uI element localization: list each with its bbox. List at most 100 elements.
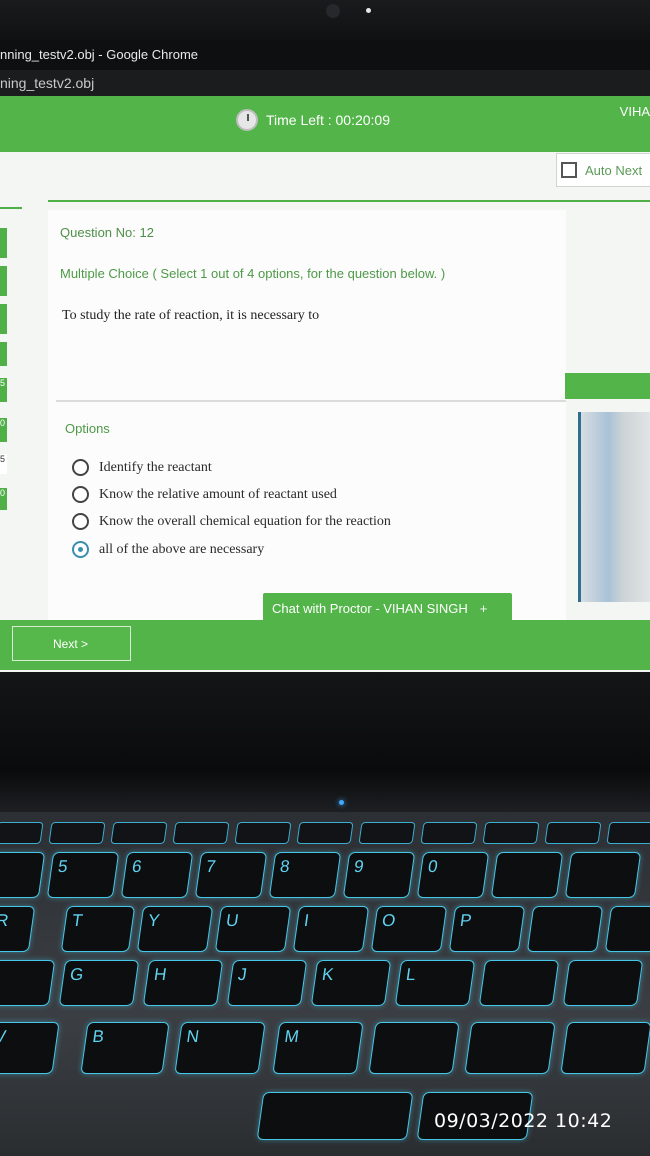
function-key (234, 822, 292, 844)
exam-header-bar: Time Left : 00:20:09 VIHA (0, 96, 650, 152)
keyboard-key: L (394, 960, 476, 1006)
time-left-label: Time Left : 00:20:09 (266, 112, 390, 128)
question-nav-number: 5 (0, 378, 6, 388)
browser-address-bar[interactable]: ning_testv2.obj (0, 70, 650, 96)
key-label: 0 (426, 857, 439, 876)
key-label: B (91, 1027, 106, 1046)
question-text: To study the rate of reaction, it is nec… (62, 308, 320, 323)
right-panel-header (565, 373, 650, 399)
keyboard-key (368, 1022, 460, 1074)
keyboard-key (464, 1022, 556, 1074)
keyboard-key (564, 852, 642, 898)
browser-title-bar: nning_testv2.obj - Google Chrome (0, 40, 650, 70)
key-label: G (68, 965, 85, 984)
keyboard-key: 0 (416, 852, 490, 898)
options-divider (56, 400, 566, 402)
key-label: 6 (130, 857, 143, 876)
keyboard-key: 5 (46, 852, 120, 898)
browser-window-title: nning_testv2.obj - Google Chrome (0, 47, 199, 62)
keyboard-key: U (214, 906, 292, 952)
keyboard-key (560, 1022, 650, 1074)
next-button[interactable]: Next > (12, 626, 131, 661)
question-nav-number: 0 (0, 488, 6, 498)
keyboard-key (604, 906, 650, 952)
keyboard-key: Y (136, 906, 214, 952)
question-nav-item[interactable]: 0 (0, 488, 7, 510)
keyboard-key (478, 960, 560, 1006)
function-key (48, 822, 106, 844)
keyboard-key: 9 (342, 852, 416, 898)
question-nav-item[interactable] (0, 266, 7, 296)
chat-with-proctor-label: Chat with Proctor - VIHAN SINGH (272, 600, 468, 616)
keyboard-key: V (0, 1022, 60, 1074)
keyboard-key: M (272, 1022, 364, 1074)
question-nav-item[interactable]: 0 (0, 418, 7, 442)
backlit-keyboard: 5 6 7 8 9 0 R T Y U I O P G H J K L V B … (0, 812, 650, 1156)
keyboard-key: T (60, 906, 136, 952)
time-left-timer: Time Left : 00:20:09 (236, 109, 390, 131)
option-3[interactable]: Know the overall chemical equation for t… (72, 513, 391, 530)
question-nav-item[interactable]: 5 (0, 378, 7, 402)
laptop-top-bezel (0, 0, 650, 40)
key-label: M (283, 1027, 301, 1046)
camera-indicator-icon (366, 8, 371, 13)
auto-next-checkbox[interactable] (561, 162, 577, 178)
option-label: Identify the reactant (99, 459, 212, 475)
options-heading: Options (65, 421, 110, 436)
keyboard-key (0, 852, 46, 898)
clock-icon (236, 109, 258, 131)
option-radio[interactable] (72, 513, 89, 530)
keyboard-key: P (448, 906, 526, 952)
option-radio-selected[interactable] (72, 541, 89, 558)
keyboard-key: B (80, 1022, 170, 1074)
key-label: K (320, 965, 335, 984)
browser-address-text: ning_testv2.obj (0, 75, 95, 91)
next-button-label: Next > (53, 636, 89, 651)
left-divider (0, 207, 22, 209)
keyboard-key: I (292, 906, 370, 952)
keyboard-key: K (310, 960, 392, 1006)
keyboard-key: 6 (120, 852, 194, 898)
keyboard-key: O (370, 906, 448, 952)
question-type-instruction: Multiple Choice ( Select 1 out of 4 opti… (60, 266, 446, 281)
chat-with-proctor-button[interactable]: Chat with Proctor - VIHAN SINGH + (263, 593, 512, 623)
key-label: J (236, 965, 249, 984)
function-key (482, 822, 540, 844)
function-key (606, 822, 650, 844)
option-2[interactable]: Know the relative amount of reactant use… (72, 486, 337, 503)
plus-icon: + (479, 600, 488, 616)
function-key (172, 822, 230, 844)
key-label: L (404, 965, 417, 984)
question-area-divider (48, 200, 650, 202)
question-nav-item[interactable] (0, 304, 7, 334)
question-nav-item[interactable] (0, 228, 7, 258)
question-nav-item[interactable]: 5 (0, 454, 7, 474)
auto-next-toggle[interactable]: Auto Next (556, 153, 650, 187)
keyboard-key: H (142, 960, 224, 1006)
function-key (544, 822, 602, 844)
key-label: O (380, 911, 397, 930)
question-nav-item[interactable] (0, 342, 7, 366)
keyboard-key: R (0, 906, 36, 952)
key-label: H (152, 965, 168, 984)
candidate-name: VIHA (619, 104, 650, 119)
key-label: 8 (278, 857, 291, 876)
keyboard-key (0, 960, 56, 1006)
key-label: P (458, 911, 473, 930)
key-label: 5 (56, 857, 69, 876)
key-label: I (302, 911, 311, 930)
keyboard-key (562, 960, 644, 1006)
keyboard-key (526, 906, 604, 952)
keyboard-key: G (58, 960, 140, 1006)
option-4[interactable]: all of the above are necessary (72, 541, 264, 558)
option-radio[interactable] (72, 459, 89, 476)
key-label: U (224, 911, 240, 930)
question-nav-number: 5 (0, 454, 6, 464)
key-label: V (0, 1027, 8, 1046)
proctor-webcam-preview (578, 412, 650, 602)
option-radio[interactable] (72, 486, 89, 503)
power-led-icon (339, 800, 344, 805)
option-1[interactable]: Identify the reactant (72, 459, 212, 476)
function-key (420, 822, 478, 844)
key-label: T (70, 911, 84, 930)
